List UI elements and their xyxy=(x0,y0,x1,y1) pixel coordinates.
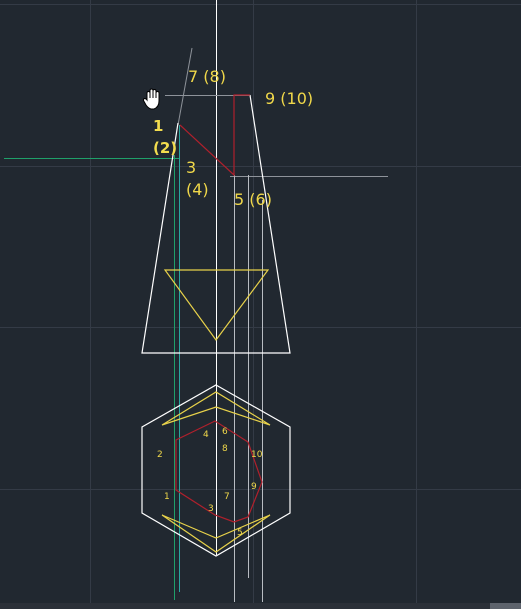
plan-label-8: 8 xyxy=(222,444,228,454)
label-2: (2) xyxy=(153,139,177,157)
pan-hand-icon xyxy=(142,88,160,110)
plan-label-7: 7 xyxy=(224,492,230,502)
label-4: (4) xyxy=(186,180,209,199)
label-9-10: 9 (10) xyxy=(265,89,313,108)
plan-label-3: 3 xyxy=(208,504,214,514)
elevation-labels: 7 (8) 9 (10) 1 (2) 3 (4) 5 (6) xyxy=(153,67,313,209)
drafting-grid xyxy=(0,0,521,603)
plan-label-1: 1 xyxy=(164,492,170,502)
section-polygon xyxy=(175,420,263,523)
cad-drawing-canvas[interactable]: 7 (8) 9 (10) 1 (2) 3 (4) 5 (6) 1 2 3 4 5… xyxy=(0,0,521,609)
diagonal-guide-grey xyxy=(177,47,193,126)
plan-label-4: 4 xyxy=(203,430,209,440)
label-7-8: 7 (8) xyxy=(188,67,226,86)
label-3: 3 xyxy=(186,158,196,177)
plan-labels: 1 2 3 4 5 6 7 8 9 10 xyxy=(157,427,263,538)
plan-label-9: 9 xyxy=(251,482,257,492)
plan-label-2: 2 xyxy=(157,450,163,460)
plan-label-10: 10 xyxy=(251,450,263,460)
plan-label-5: 5 xyxy=(237,528,243,538)
projection-lines xyxy=(4,0,388,602)
label-1: 1 xyxy=(153,117,163,135)
label-5-6: 5 (6) xyxy=(234,190,272,209)
horizontal-scrollbar[interactable] xyxy=(0,603,521,609)
scrollbar-thumb[interactable] xyxy=(490,603,521,609)
plan-label-6: 6 xyxy=(222,427,228,437)
